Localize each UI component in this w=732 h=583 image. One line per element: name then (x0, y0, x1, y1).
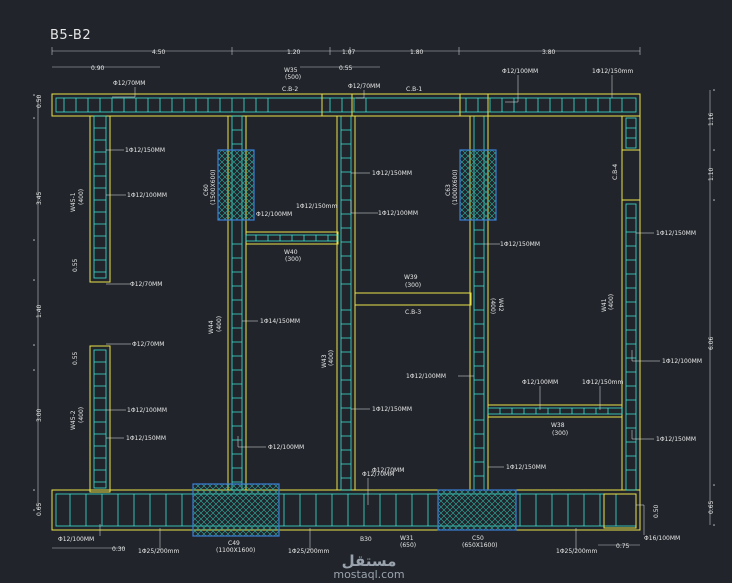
rebar-label-16: 1Φ12/100MM (662, 358, 702, 365)
w45-1-name: W45-1 (70, 192, 77, 212)
rebar-label-24: 1Φ12/150MM (656, 436, 696, 443)
watermark: مستقل mostaql.com (314, 552, 424, 581)
rebar-cages (55, 97, 637, 527)
c50-name: C50 (472, 535, 484, 542)
w44-name: W44 (208, 320, 215, 334)
w39-name: W39 (404, 274, 418, 281)
rebar-label-17: Φ12/100MM (522, 379, 558, 386)
w38-size: (300) (552, 430, 568, 437)
rebar-label-25: Φ12/100MM (268, 444, 304, 451)
w38-name: W38 (551, 422, 565, 429)
floor-plan-drawing: 4.50 1.20 1.07 1.80 3.80 0.90 0.55 0.50 … (33, 47, 715, 555)
rebar-label-21: 1Φ12/100MM (127, 407, 167, 414)
watermark-site: mostaql.com (333, 568, 405, 581)
rebar-label-9: Φ12/100MM (256, 211, 292, 218)
dim-top-4: 1.80 (410, 49, 424, 56)
w42-size: (400) (489, 298, 496, 314)
walls (51, 93, 641, 531)
c50-size: (650X1600) (462, 542, 498, 549)
rebar-label-14: Φ12/70MM (132, 341, 164, 348)
beam-cb1: C.B-1 (406, 86, 422, 93)
dim-left-7: 0.65 (36, 502, 43, 516)
rebar-label-32: Φ16/100MM (644, 535, 680, 542)
rebar-label-18: 1Φ12/150mm (582, 379, 623, 386)
w35-name: W35 (284, 67, 298, 74)
beam-cb3: C.B-3 (405, 309, 421, 316)
c49-size: (1100X1600) (216, 547, 255, 554)
w40-size: (300) (285, 256, 301, 263)
w45-2-name: W45-2 (70, 410, 77, 430)
w35-size: (500) (285, 74, 301, 81)
dim-left-2: 3.45 (36, 191, 43, 205)
dim-left-6: 3.00 (36, 408, 43, 422)
w39-size: (300) (405, 282, 421, 289)
w31-name: W31 (400, 535, 414, 542)
c49-name: C49 (228, 540, 240, 547)
rebar-label-15: 1Φ14/150MM (260, 318, 300, 325)
rebar-label-23: 1Φ12/150MM (372, 406, 412, 413)
b30-name: B30 (360, 536, 372, 543)
rebar-label-28: Φ12/100MM (58, 536, 94, 543)
rebar-label-2: Φ12/70MM (348, 83, 380, 90)
dim-top-1: 4.50 (152, 49, 166, 56)
dim-right-2: 1.10 (708, 167, 715, 181)
dim-second-1: 0.90 (91, 65, 105, 72)
dim-right-4: 0.65 (708, 500, 715, 514)
rebar-label-12: 1Φ12/150MM (500, 241, 540, 248)
beam-cb4: C.B-4 (612, 164, 619, 180)
dim-second-2: 0.55 (339, 65, 353, 72)
w31-size: (650) (400, 542, 416, 549)
rebar-label-27: Φ12/70MM (362, 471, 394, 478)
rebar-label-11: 1Φ12/100MM (378, 210, 418, 217)
dim-bottom-2: 0.75 (616, 543, 630, 550)
rebar-label-8: 1Φ12/150MM (372, 170, 412, 177)
w43-name: W43 (321, 354, 328, 368)
rebar-label-13: 1Φ12/150MM (656, 230, 696, 237)
c60-name: C60 (203, 184, 210, 196)
rebar-label-7: Φ12/70MM (130, 281, 162, 288)
w45-1-size: (400) (78, 189, 85, 205)
w43-size: (400) (328, 350, 335, 366)
rebar-label-1: Φ12/70MM (113, 80, 145, 87)
w45-2-size: (400) (78, 407, 85, 423)
dim-left-5: 0.55 (72, 351, 79, 365)
dim-top-5: 3.80 (542, 49, 556, 56)
beam-cb2: C.B-2 (282, 86, 298, 93)
dim-top-2: 1.20 (287, 49, 301, 56)
w40-name: W40 (284, 249, 298, 256)
dim-left-1: 0.50 (36, 94, 43, 108)
rebar-label-5: 1Φ12/150MM (125, 147, 165, 154)
dim-top-3: 1.07 (342, 49, 356, 56)
rebar-label-26: 1Φ12/150MM (506, 464, 546, 471)
dim-left-4: 1.40 (36, 304, 43, 318)
dim-bottom-3: 0.50 (653, 504, 660, 518)
leader-lines (99, 75, 660, 550)
c63-size: (1000X600) (452, 169, 459, 205)
dim-right-1: 1.16 (708, 112, 715, 126)
c60-size: (1500X600) (210, 169, 217, 205)
rebar-label-19: 1Φ12/100MM (406, 373, 446, 380)
w44-size: (400) (216, 316, 223, 332)
dim-left-3: 0.55 (72, 258, 79, 272)
rebar-label-22: 1Φ12/150MM (126, 435, 166, 442)
rebar-label-4: 1Φ12/150mm (592, 68, 633, 75)
rebar-label-6: 1Φ12/100MM (127, 192, 167, 199)
dim-bottom-1: 0.30 (112, 546, 126, 553)
c63-name: C63 (445, 184, 452, 196)
dim-right-3: 6.06 (708, 336, 715, 350)
w42-name: W42 (497, 298, 504, 312)
rebar-label-3: Φ12/100MM (502, 68, 538, 75)
w41-size: (400) (608, 294, 615, 310)
w41-name: W41 (601, 298, 608, 312)
rebar-label-29: 1Φ25/200mm (138, 548, 179, 555)
rebar-label-31: 1Φ25/200mm (556, 548, 597, 555)
rebar-label-10: 1Φ12/150mm (296, 203, 337, 210)
